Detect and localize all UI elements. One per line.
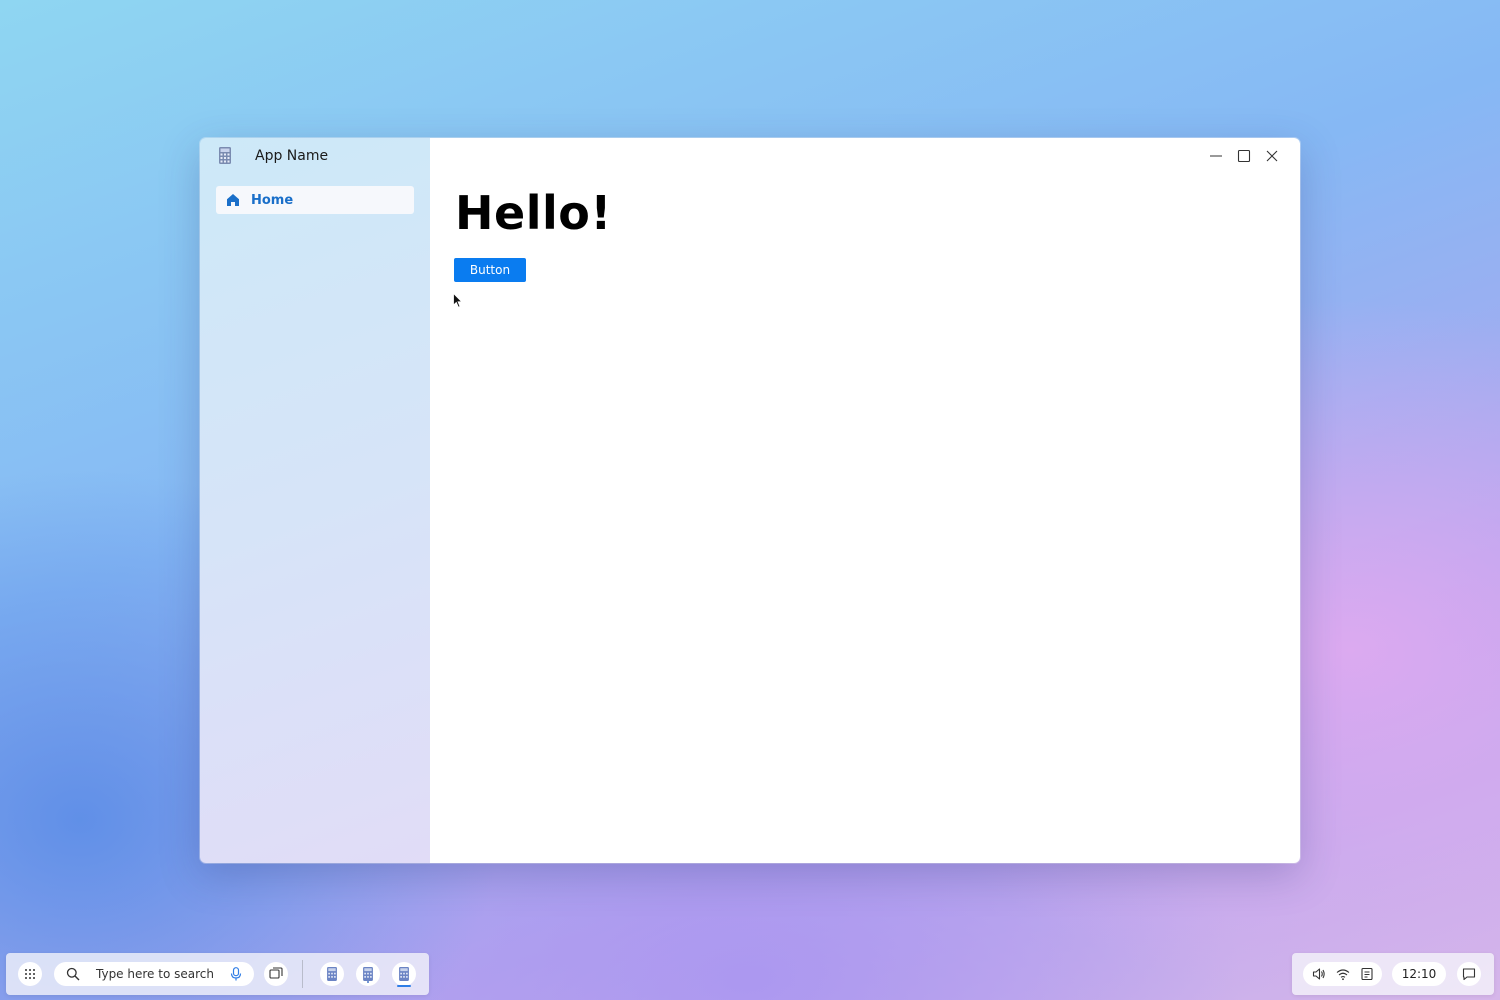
primary-button[interactable]: Button bbox=[454, 258, 526, 282]
app-logo-icon bbox=[219, 147, 231, 164]
window-controls bbox=[1202, 147, 1286, 165]
maximize-button[interactable] bbox=[1230, 147, 1258, 165]
main-content: Hello! Button bbox=[430, 138, 1300, 863]
search-placeholder: Type here to search bbox=[96, 967, 214, 981]
running-indicator bbox=[367, 981, 369, 983]
quick-settings-button[interactable] bbox=[1303, 962, 1382, 986]
page-heading: Hello! bbox=[455, 186, 612, 240]
active-app-indicator bbox=[397, 985, 411, 987]
maximize-icon bbox=[1237, 149, 1251, 163]
close-button[interactable] bbox=[1258, 147, 1286, 165]
volume-icon bbox=[1312, 968, 1325, 980]
app-title: App Name bbox=[255, 148, 329, 164]
minimize-icon bbox=[1210, 155, 1222, 157]
app-grid-icon bbox=[25, 969, 35, 979]
taskbar-divider bbox=[302, 960, 303, 988]
sidebar-item-label: Home bbox=[251, 193, 294, 208]
wifi-icon bbox=[1336, 969, 1350, 981]
chat-bubble-icon bbox=[1462, 968, 1476, 981]
taskbar-app-3[interactable] bbox=[392, 962, 416, 987]
calculator-app-icon bbox=[399, 967, 409, 981]
task-view-icon bbox=[269, 967, 283, 979]
taskbar: Type here to search bbox=[6, 953, 429, 995]
clock[interactable]: 12:10 bbox=[1392, 962, 1446, 986]
search-icon bbox=[66, 967, 80, 981]
taskbar-search[interactable]: Type here to search bbox=[54, 962, 254, 986]
taskbar-app-1[interactable] bbox=[320, 962, 344, 986]
notifications-button[interactable] bbox=[1457, 962, 1481, 986]
microphone-icon[interactable] bbox=[230, 967, 242, 981]
close-icon bbox=[1266, 150, 1278, 162]
sidebar-item-home[interactable]: Home bbox=[216, 186, 414, 214]
app-header: App Name bbox=[200, 138, 430, 174]
calculator-app-icon bbox=[363, 967, 373, 981]
home-icon bbox=[227, 194, 239, 206]
calculator-app-icon bbox=[327, 967, 337, 981]
app-window: App Name Home Hello! Button bbox=[200, 138, 1300, 863]
minimize-button[interactable] bbox=[1202, 147, 1230, 165]
start-button[interactable] bbox=[18, 962, 42, 986]
system-tray: 12:10 bbox=[1292, 953, 1494, 995]
mouse-cursor-icon bbox=[453, 293, 463, 308]
taskbar-app-2[interactable] bbox=[356, 962, 380, 986]
clipboard-icon bbox=[1361, 967, 1373, 981]
sidebar: App Name Home bbox=[200, 138, 430, 863]
task-view-button[interactable] bbox=[264, 962, 288, 986]
